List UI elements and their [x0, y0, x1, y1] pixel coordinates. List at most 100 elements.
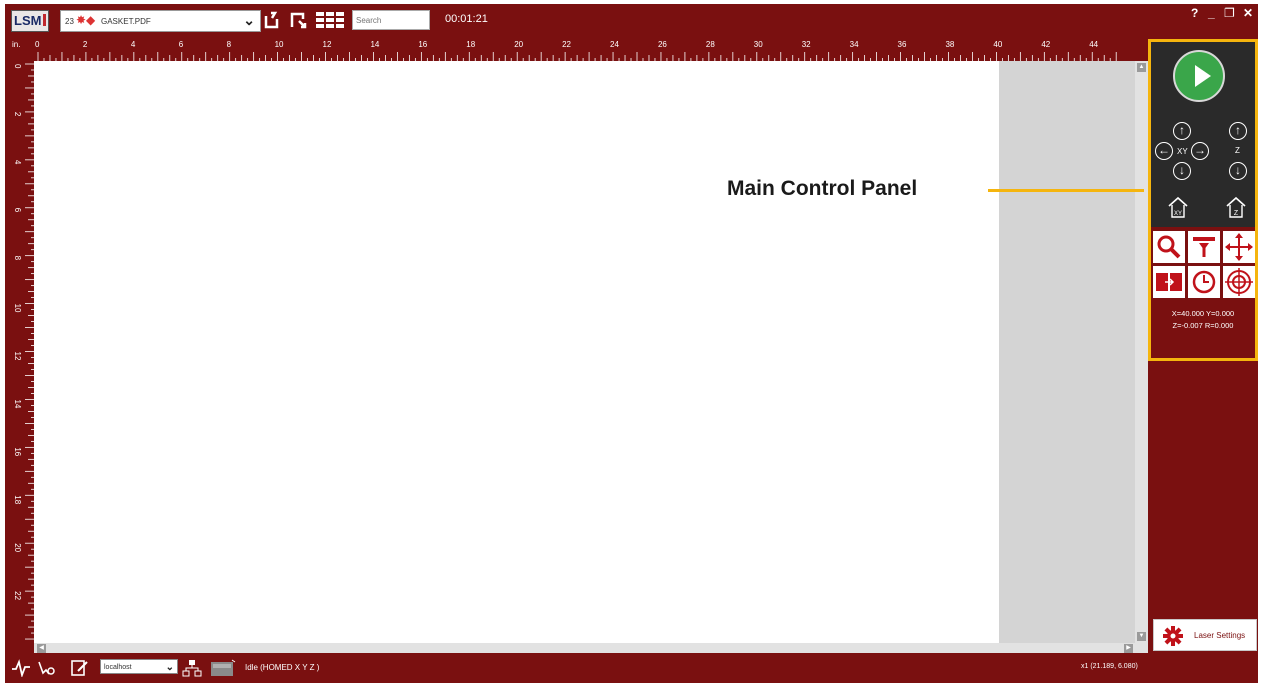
home-xy-icon[interactable]: XY — [1167, 196, 1189, 220]
ruler-h-label: 18 — [466, 40, 475, 49]
frame-icon[interactable] — [1153, 266, 1185, 298]
jog-z-up-icon[interactable]: ↑ — [1229, 122, 1247, 140]
position-readout: X=40.000 Y=0.000 Z=-0.007 R=0.000 — [1155, 308, 1251, 332]
out-of-bounds-area — [999, 61, 1135, 643]
jog-z-down-icon[interactable]: ↓ — [1229, 162, 1247, 180]
ruler-h-label: 20 — [514, 40, 523, 49]
ruler-v-label: 0 — [13, 64, 22, 69]
machine-status: Idle (HOMED X Y Z ) — [245, 663, 320, 672]
close-button[interactable]: ✕ — [1243, 6, 1253, 20]
ruler-v-label: 18 — [13, 495, 22, 504]
scroll-down-button[interactable]: ▼ — [1137, 632, 1146, 641]
host-value: localhost — [104, 664, 132, 671]
ruler-h-label: 22 — [562, 40, 571, 49]
work-area-canvas[interactable]: ▲ ▼ ◀ ▶ — [34, 61, 1148, 653]
target-icon[interactable] — [1223, 266, 1255, 298]
job-timer: 00:01:21 — [445, 13, 488, 25]
grid-icon[interactable] — [315, 10, 345, 30]
ruler-v-label: 2 — [13, 112, 22, 117]
coord-line-xy: X=40.000 Y=0.000 — [1171, 309, 1235, 318]
ruler-h-label: 12 — [323, 40, 332, 49]
machine-icon — [211, 659, 236, 676]
laser-settings-button[interactable]: Laser Settings — [1153, 619, 1257, 651]
top-toolbar: LSM 23 ✸◆ GASKET.PDF ⌄ 00:01:21 ? _ ❐ ✕ — [5, 4, 1258, 36]
move-icon[interactable] — [1223, 231, 1255, 263]
scroll-left-button[interactable]: ◀ — [37, 644, 46, 653]
main-control-panel: ↑ ← XY → ↓ ↑ Z ↓ XY Z X=40.000 Y=0.000 Z… — [1148, 39, 1258, 361]
file-select[interactable]: 23 ✸◆ GASKET.PDF ⌄ — [60, 10, 261, 32]
home-z-label: Z — [1234, 210, 1239, 217]
home-z-icon[interactable]: Z — [1225, 196, 1247, 220]
chevron-down-icon: ⌄ — [165, 662, 174, 673]
minimize-button[interactable]: _ — [1208, 6, 1215, 20]
network-icon[interactable] — [182, 659, 202, 677]
jog-x-left-icon[interactable]: ← — [1155, 142, 1173, 160]
ruler-h-label: 14 — [370, 40, 379, 49]
jog-x-right-icon[interactable]: → — [1191, 142, 1209, 160]
ruler-h-label: 16 — [418, 40, 427, 49]
callout-line — [988, 189, 1144, 192]
search-input[interactable] — [352, 10, 430, 30]
jog-panel: ↑ ← XY → ↓ ↑ Z ↓ XY Z — [1151, 42, 1255, 227]
jog-y-up-icon[interactable]: ↑ — [1173, 122, 1191, 140]
ruler-h-label: 28 — [706, 40, 715, 49]
ruler-h-label: 4 — [131, 40, 136, 49]
file-type-icon: ✸◆ — [76, 13, 96, 27]
edit-notes-icon[interactable] — [70, 659, 90, 677]
activity-icon[interactable] — [11, 659, 31, 677]
restore-button[interactable]: ❐ — [1224, 6, 1235, 20]
ruler-v-label: 22 — [13, 591, 22, 600]
ruler-v-label: 12 — [13, 352, 22, 361]
side-panel-spacer — [1148, 361, 1258, 661]
gear-icon — [1163, 626, 1183, 646]
import-icon[interactable] — [262, 10, 282, 30]
ruler-h-label: 6 — [179, 40, 184, 49]
ruler-h-label: 26 — [658, 40, 667, 49]
ruler-h-label: 38 — [945, 40, 954, 49]
ruler-v-label: 16 — [13, 447, 22, 456]
ruler-h-label: 36 — [898, 40, 907, 49]
play-icon[interactable] — [1173, 50, 1225, 102]
help-button[interactable]: ? — [1191, 6, 1198, 20]
vertical-ruler: 0 2 4 6 8 10 12 14 16 18 20 22 — [9, 61, 34, 653]
xy-label: XY — [1177, 147, 1188, 156]
inspect-icon[interactable] — [37, 659, 57, 677]
ruler-v-label: 8 — [13, 256, 22, 261]
file-name: GASKET.PDF — [101, 17, 151, 26]
ruler-v-label: 14 — [13, 399, 22, 408]
coord-line-zr: Z=-0.007 R=0.000 — [1172, 321, 1234, 330]
ruler-h-label: 8 — [227, 40, 232, 49]
ruler-h-label: 40 — [993, 40, 1002, 49]
clock-icon[interactable] — [1188, 266, 1220, 298]
cursor-position: x1 (21.189, 6.080) — [1081, 663, 1138, 670]
ruler-h-label: 42 — [1041, 40, 1050, 49]
filter-icon[interactable] — [1188, 231, 1220, 263]
ruler-h-label: 34 — [850, 40, 859, 49]
main-control-panel-callout: Main Control Panel — [727, 177, 918, 200]
file-number: 23 — [65, 17, 74, 26]
ruler-h-label: 2 — [83, 40, 88, 49]
ruler-unit: in. — [12, 40, 20, 49]
ruler-h-label: 0 — [35, 40, 40, 49]
horizontal-ruler: in. 0 2 4 6 8 10 12 14 16 18 20 22 24 26 28 30 32 34 36 38 4… — [9, 36, 1148, 61]
app-logo: LSM — [11, 10, 49, 32]
jog-y-down-icon[interactable]: ↓ — [1173, 162, 1191, 180]
home-xy-label: XY — [1174, 211, 1182, 217]
scroll-right-button[interactable]: ▶ — [1124, 644, 1133, 653]
horizontal-scrollbar[interactable]: ◀ ▶ — [34, 643, 1148, 653]
ruler-h-label: 10 — [275, 40, 284, 49]
ruler-v-label: 6 — [13, 208, 22, 213]
ruler-h-label: 24 — [610, 40, 619, 49]
laser-app-window: LSM 23 ✸◆ GASKET.PDF ⌄ 00:01:21 ? _ ❐ ✕ … — [5, 4, 1258, 683]
status-bar: localhost ⌄ Idle (HOMED X Y Z ) x1 (21.18… — [5, 653, 1258, 683]
z-label: Z — [1235, 146, 1240, 155]
vertical-scrollbar[interactable]: ▲ ▼ — [1135, 61, 1148, 643]
scroll-up-button[interactable]: ▲ — [1137, 63, 1146, 72]
chevron-down-icon: ⌄ — [243, 12, 255, 28]
ruler-h-label: 32 — [802, 40, 811, 49]
laser-settings-label: Laser Settings — [1194, 631, 1246, 640]
search-icon[interactable] — [1153, 231, 1185, 263]
host-select[interactable]: localhost ⌄ — [100, 659, 178, 674]
ruler-v-label: 10 — [13, 304, 22, 313]
select-region-icon[interactable] — [288, 10, 308, 30]
